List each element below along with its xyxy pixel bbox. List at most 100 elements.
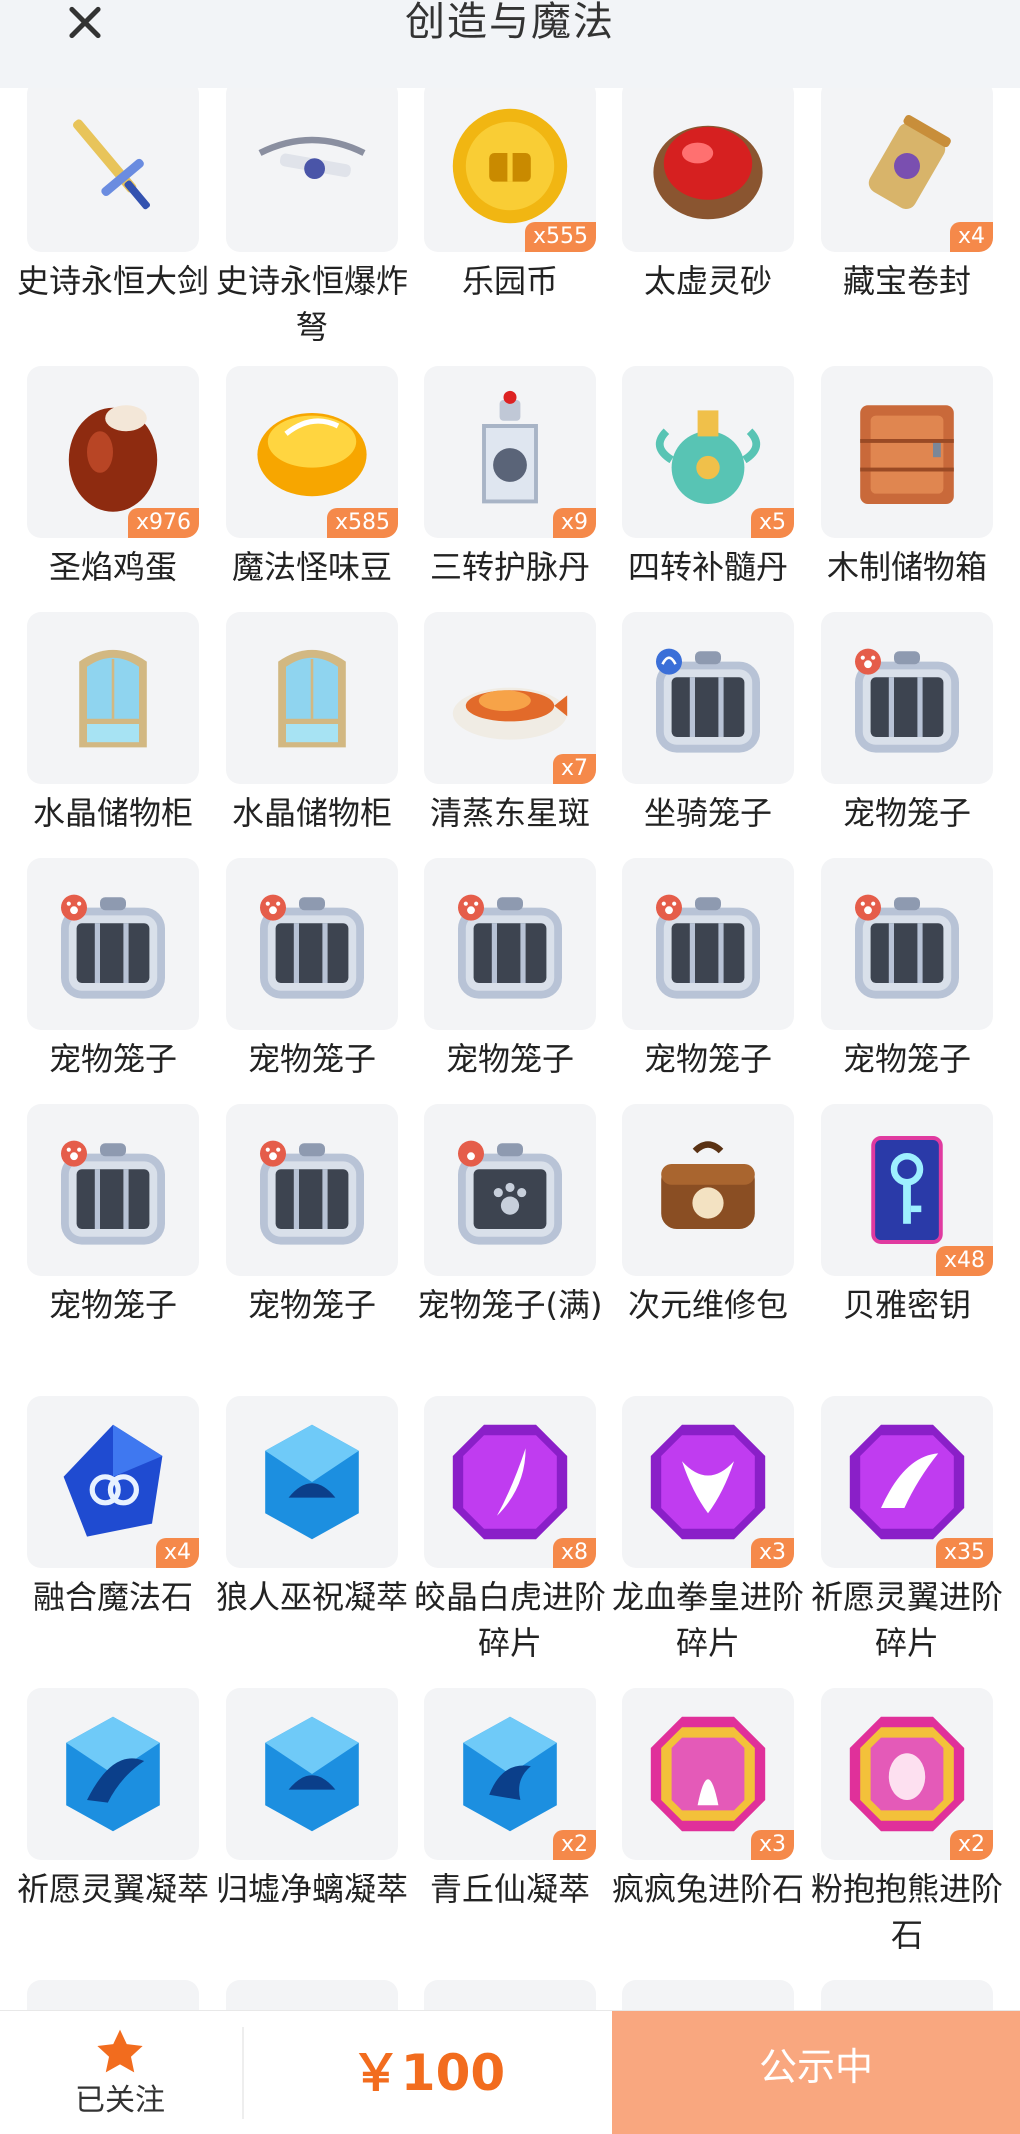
item-name: 藏宝卷封 (842, 262, 971, 300)
item-name: 宠物笼子(满) (417, 1286, 603, 1324)
item-thumbnail (27, 1688, 199, 1860)
item-thumbnail (226, 1980, 398, 2010)
grid-item[interactable]: 宠物笼子 (226, 858, 398, 1082)
grid-item[interactable] (821, 1980, 993, 2010)
grid-item[interactable]: 宠物笼子 (821, 612, 993, 836)
page-title: 创造与魔法 (405, 0, 615, 45)
quantity-badge: x585 (326, 508, 398, 538)
item-thumbnail: x585 (226, 366, 398, 538)
red-gem-icon (643, 101, 773, 231)
grid-item[interactable] (226, 1980, 398, 2010)
item-thumbnail (622, 1104, 794, 1276)
quantity-badge: x4 (949, 222, 993, 252)
grid-item[interactable]: 宠物笼子 (27, 858, 199, 1082)
grid-item[interactable]: x8 皎晶白虎进阶碎片 (414, 1396, 606, 1666)
pet-cage-icon (48, 879, 178, 1009)
item-name: 木制储物箱 (826, 548, 987, 586)
quantity-badge: x2 (949, 1830, 993, 1860)
grid-item[interactable]: x2 粉抱抱熊进阶石 (811, 1688, 1003, 1958)
item-name: 宠物笼子 (48, 1286, 177, 1324)
purple-gem-claw-icon (445, 1417, 575, 1547)
grid-item[interactable] (622, 1980, 794, 2010)
grid-item[interactable] (424, 1980, 596, 2010)
item-thumbnail (622, 612, 794, 784)
item-name: 圣焰鸡蛋 (48, 548, 177, 586)
item-name: 龙血拳皇进阶碎片 (611, 1578, 804, 1662)
grid-item[interactable]: x35 祈愿灵翼进阶碎片 (811, 1396, 1003, 1666)
grid-item[interactable]: x3 疯疯兔进阶石 (612, 1688, 804, 1912)
pet-cage-icon (842, 879, 972, 1009)
blue-crystal-icon (247, 1709, 377, 1839)
grid-item[interactable]: x4 融合魔法石 (27, 1396, 199, 1620)
status-button[interactable]: 公示中 (612, 2011, 1020, 2134)
item-name: 皎晶白虎进阶碎片 (413, 1578, 606, 1662)
item-name: 疯疯兔进阶石 (611, 1870, 804, 1908)
follow-button[interactable]: 已关注 (0, 2011, 240, 2134)
item-name: 三转护脉丹 (429, 548, 590, 586)
quantity-badge: x2 (552, 1830, 596, 1860)
fish-dish-icon (445, 633, 575, 763)
quantity-badge: x5 (750, 508, 794, 538)
grid-item[interactable]: x9 三转护脉丹 (424, 366, 596, 590)
grid-item[interactable] (27, 1980, 199, 2010)
item-thumbnail: x4 (27, 1396, 199, 1568)
elixir-icon (643, 387, 773, 517)
grid-item[interactable]: 祈愿灵翼凝萃 (17, 1688, 209, 1912)
item-thumbnail (226, 1396, 398, 1568)
crossbow-icon (247, 101, 377, 231)
item-thumbnail: x976 (27, 366, 199, 538)
grid-item[interactable]: 宠物笼子 (424, 858, 596, 1082)
grid-item[interactable]: 宠物笼子(满) (418, 1104, 602, 1328)
grid-item[interactable]: 归墟净螭凝萃 (216, 1688, 408, 1912)
item-name: 粉抱抱熊进阶石 (810, 1870, 1003, 1954)
grid-item[interactable]: 宠物笼子 (226, 1104, 398, 1328)
grid-item[interactable]: 水晶储物柜 (226, 612, 398, 836)
item-name: 魔法怪味豆 (231, 548, 392, 586)
item-thumbnail (226, 612, 398, 784)
coin-icon (445, 101, 575, 231)
item-grid: 史诗永恒大剑 史诗永恒爆炸弩 x555 乐园币 太虚灵砂 x4 藏宝卷封 x976 圣焰鸡蛋 x5… (0, 88, 1020, 2010)
grid-item[interactable]: x585 魔法怪味豆 (226, 366, 398, 590)
item-name: 宠物笼子 (247, 1286, 376, 1324)
grid-item[interactable]: 宠物笼子 (622, 858, 794, 1082)
item-name: 四转补髓丹 (627, 548, 788, 586)
item-thumbnail (821, 858, 993, 1030)
follow-label: 已关注 (75, 2083, 165, 2118)
grid-item[interactable]: 太虚灵砂 (622, 88, 794, 304)
grid-item[interactable]: x7 清蒸东星斑 (424, 612, 596, 836)
item-name: 史诗永恒大剑 (16, 262, 209, 300)
grid-item[interactable]: 坐骑笼子 (622, 612, 794, 836)
grid-item[interactable]: 史诗永恒爆炸弩 (216, 88, 408, 350)
item-thumbnail: x8 (424, 1396, 596, 1568)
egg-icon (48, 387, 178, 517)
grid-item[interactable]: x5 四转补髓丹 (622, 366, 794, 590)
grid-item[interactable]: 水晶储物柜 (27, 612, 199, 836)
grid-item[interactable]: x4 藏宝卷封 (821, 88, 993, 304)
item-thumbnail (622, 88, 794, 252)
grid-item[interactable]: 次元维修包 (622, 1104, 794, 1328)
item-thumbnail (424, 1980, 596, 2010)
item-thumbnail: x3 (622, 1688, 794, 1860)
item-thumbnail (27, 1104, 199, 1276)
item-thumbnail (622, 858, 794, 1030)
fusion-stone-icon (48, 1417, 178, 1547)
item-name: 祈愿灵翼进阶碎片 (810, 1578, 1003, 1662)
price: ￥100 (350, 2044, 506, 2102)
grid-item[interactable]: 宠物笼子 (821, 858, 993, 1082)
grid-item[interactable]: x3 龙血拳皇进阶碎片 (612, 1396, 804, 1666)
grid-item[interactable]: x555 乐园币 (424, 88, 596, 304)
grid-item[interactable]: x976 圣焰鸡蛋 (27, 366, 199, 590)
item-name: 融合魔法石 (32, 1578, 193, 1616)
sword-icon (48, 101, 178, 231)
crystal-cabinet-icon (247, 633, 377, 763)
grid-item[interactable]: x2 青丘仙凝萃 (424, 1688, 596, 1912)
grid-item[interactable]: x48 贝雅密钥 (821, 1104, 993, 1328)
grid-item[interactable]: 狼人巫祝凝萃 (216, 1396, 408, 1620)
grid-item[interactable]: 宠物笼子 (27, 1104, 199, 1328)
item-thumbnail: x2 (424, 1688, 596, 1860)
item-name: 太虚灵砂 (643, 262, 772, 300)
grid-item[interactable]: 史诗永恒大剑 (17, 88, 209, 304)
item-thumbnail (27, 858, 199, 1030)
repair-bag-icon (643, 1125, 773, 1255)
grid-item[interactable]: 木制储物箱 (821, 366, 993, 590)
